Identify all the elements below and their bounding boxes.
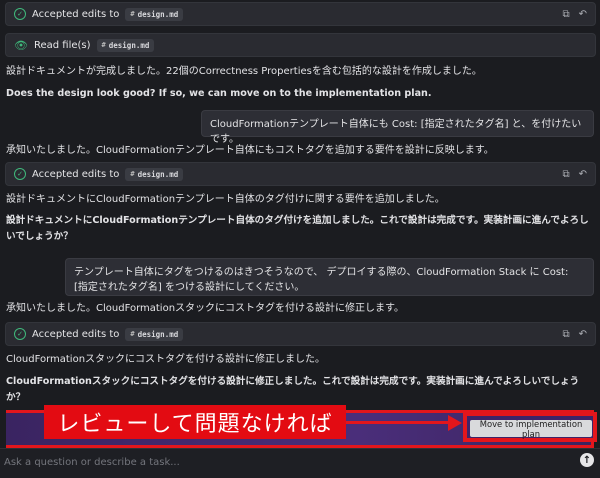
assistant-message: 設計ドキュメントにCloudFormationテンプレート自体のタグ付けに関する… bbox=[6, 194, 445, 205]
card-actions: ⧉ ↶ bbox=[562, 169, 587, 180]
assistant-message: 設計ドキュメントが完成しました。22個のCorrectness Properti… bbox=[6, 66, 482, 77]
card-actions: ⧉ ↶ bbox=[562, 9, 587, 20]
eye-icon: 👁 bbox=[14, 38, 28, 52]
accepted-edits-card-1: ✓ Accepted edits to # design.md ⧉ ↶ bbox=[5, 2, 596, 26]
assistant-message: 承知いたしました。CloudFormationテンプレート自体にもコストタグを追… bbox=[6, 145, 494, 156]
accepted-edits-card-3: ✓ Accepted edits to # design.md ⧉ ↶ bbox=[5, 322, 596, 346]
arrow-right-icon bbox=[448, 415, 462, 431]
file-chip[interactable]: # design.md bbox=[125, 327, 184, 341]
card-label: Accepted edits to bbox=[32, 168, 120, 180]
check-circle-icon: ✓ bbox=[14, 8, 26, 20]
read-files-card: 👁 Read file(s) # design.md bbox=[5, 33, 596, 57]
assistant-question: CloudFormationスタックにコストタグを付ける設計に修正しました。これ… bbox=[6, 376, 580, 403]
user-message-bubble: CloudFormationテンプレート自体にも Cost: [指定されたタグ名… bbox=[201, 110, 594, 145]
compare-icon[interactable]: ⧉ bbox=[562, 329, 569, 340]
check-circle-icon: ✓ bbox=[14, 328, 26, 340]
file-chip[interactable]: # design.md bbox=[125, 167, 184, 181]
card-label: Accepted edits to bbox=[32, 8, 120, 20]
annotation-arrow-line bbox=[346, 421, 451, 424]
move-to-implementation-plan-button[interactable]: Move to implementation plan bbox=[470, 419, 592, 439]
file-chip[interactable]: # design.md bbox=[125, 7, 184, 21]
file-name: design.md bbox=[108, 40, 150, 50]
user-message-bubble: テンプレート自体にタグをつけるのはきつそうなので、 デプロイする際の、Cloud… bbox=[65, 258, 594, 296]
card-label: Accepted edits to bbox=[32, 328, 120, 340]
check-circle-icon: ✓ bbox=[14, 168, 26, 180]
assistant-question: 設計ドキュメントにCloudFormationテンプレート自体のタグ付けを追加し… bbox=[6, 215, 589, 242]
card-actions: ⧉ ↶ bbox=[562, 329, 587, 340]
compare-icon[interactable]: ⧉ bbox=[562, 169, 569, 180]
annotation-callout: レビューして問題なければ bbox=[44, 405, 346, 439]
accepted-edits-card-2: ✓ Accepted edits to # design.md ⧉ ↶ bbox=[5, 162, 596, 186]
assistant-message: 承知いたしました。CloudFormationスタックにコストタグを付ける設計に… bbox=[6, 303, 405, 314]
undo-icon[interactable]: ↶ bbox=[579, 9, 587, 20]
file-name: design.md bbox=[137, 169, 179, 179]
assistant-message: CloudFormationスタックにコストタグを付ける設計に修正しました。 bbox=[6, 354, 326, 365]
undo-icon[interactable]: ↶ bbox=[579, 169, 587, 180]
file-icon: # bbox=[130, 330, 135, 338]
chat-input[interactable] bbox=[4, 452, 574, 472]
undo-icon[interactable]: ↶ bbox=[579, 329, 587, 340]
compare-icon[interactable]: ⧉ bbox=[562, 9, 569, 20]
assistant-question: Does the design look good? If so, we can… bbox=[6, 88, 432, 99]
file-icon: # bbox=[101, 41, 106, 49]
file-chip[interactable]: # design.md bbox=[96, 38, 155, 52]
arrow-up-icon[interactable]: ↑ bbox=[580, 453, 594, 467]
card-label: Read file(s) bbox=[33, 39, 91, 51]
file-icon: # bbox=[130, 10, 135, 18]
file-name: design.md bbox=[137, 9, 179, 19]
file-name: design.md bbox=[137, 329, 179, 339]
file-icon: # bbox=[130, 170, 135, 178]
